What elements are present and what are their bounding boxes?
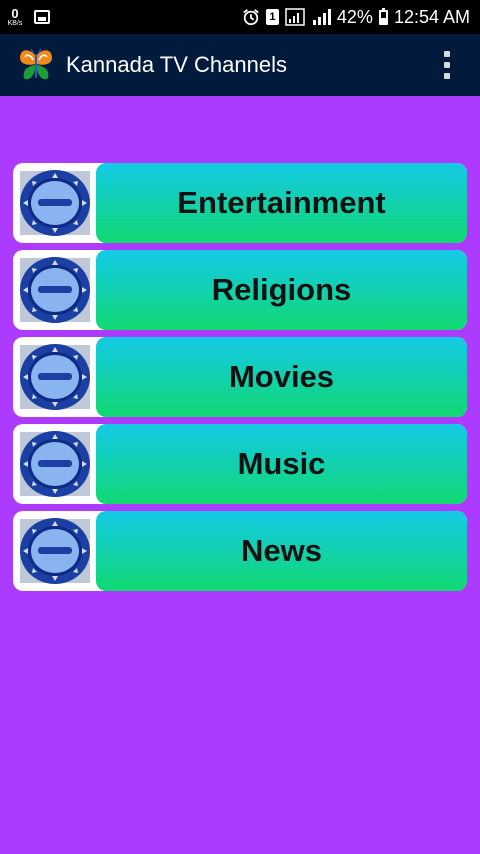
tv-dial-icon [13,163,97,243]
category-list: Entertainment Religions Movies Music New… [13,163,467,598]
tv-dial-icon [13,424,97,504]
tv-dial-icon [13,250,97,330]
entertainment-button[interactable]: Entertainment [96,163,467,243]
clock: 12:54 AM [393,6,470,27]
music-button[interactable]: Music [96,424,467,504]
sim-card-icon: 1 [265,9,279,25]
sim-signal-box-icon [285,8,305,26]
news-button[interactable]: News [96,511,467,591]
religions-button[interactable]: Religions [96,250,467,330]
butterfly-logo-icon [20,48,52,80]
tv-dial-icon [13,337,97,417]
tv-dial-icon [13,511,97,591]
status-bar: 0 KB/s 1 42% 12:54 AM [0,0,480,34]
network-speed-unit: KB/s [7,20,23,27]
overflow-menu-icon[interactable] [436,45,458,85]
movies-button[interactable]: Movies [96,337,467,417]
alarm-icon [243,9,259,26]
app-title: Kannada TV Channels [66,52,287,77]
battery-icon [378,7,388,25]
category-row-entertainment[interactable]: Entertainment [13,163,467,243]
status-left: 0 KB/s [0,7,50,27]
battery-percent: 42% [336,6,373,27]
network-speed: 0 KB/s [6,7,24,27]
cell-signal-icon [312,9,331,25]
status-right: 1 42% 12:54 AM [242,7,480,28]
category-row-news[interactable]: News [13,511,467,591]
app-bar: Kannada TV Channels [0,34,480,96]
category-row-religions[interactable]: Religions [13,250,467,330]
category-row-music[interactable]: Music [13,424,467,504]
category-row-movies[interactable]: Movies [13,337,467,417]
gallery-notification-icon [34,10,50,24]
network-speed-value: 0 [11,6,19,21]
